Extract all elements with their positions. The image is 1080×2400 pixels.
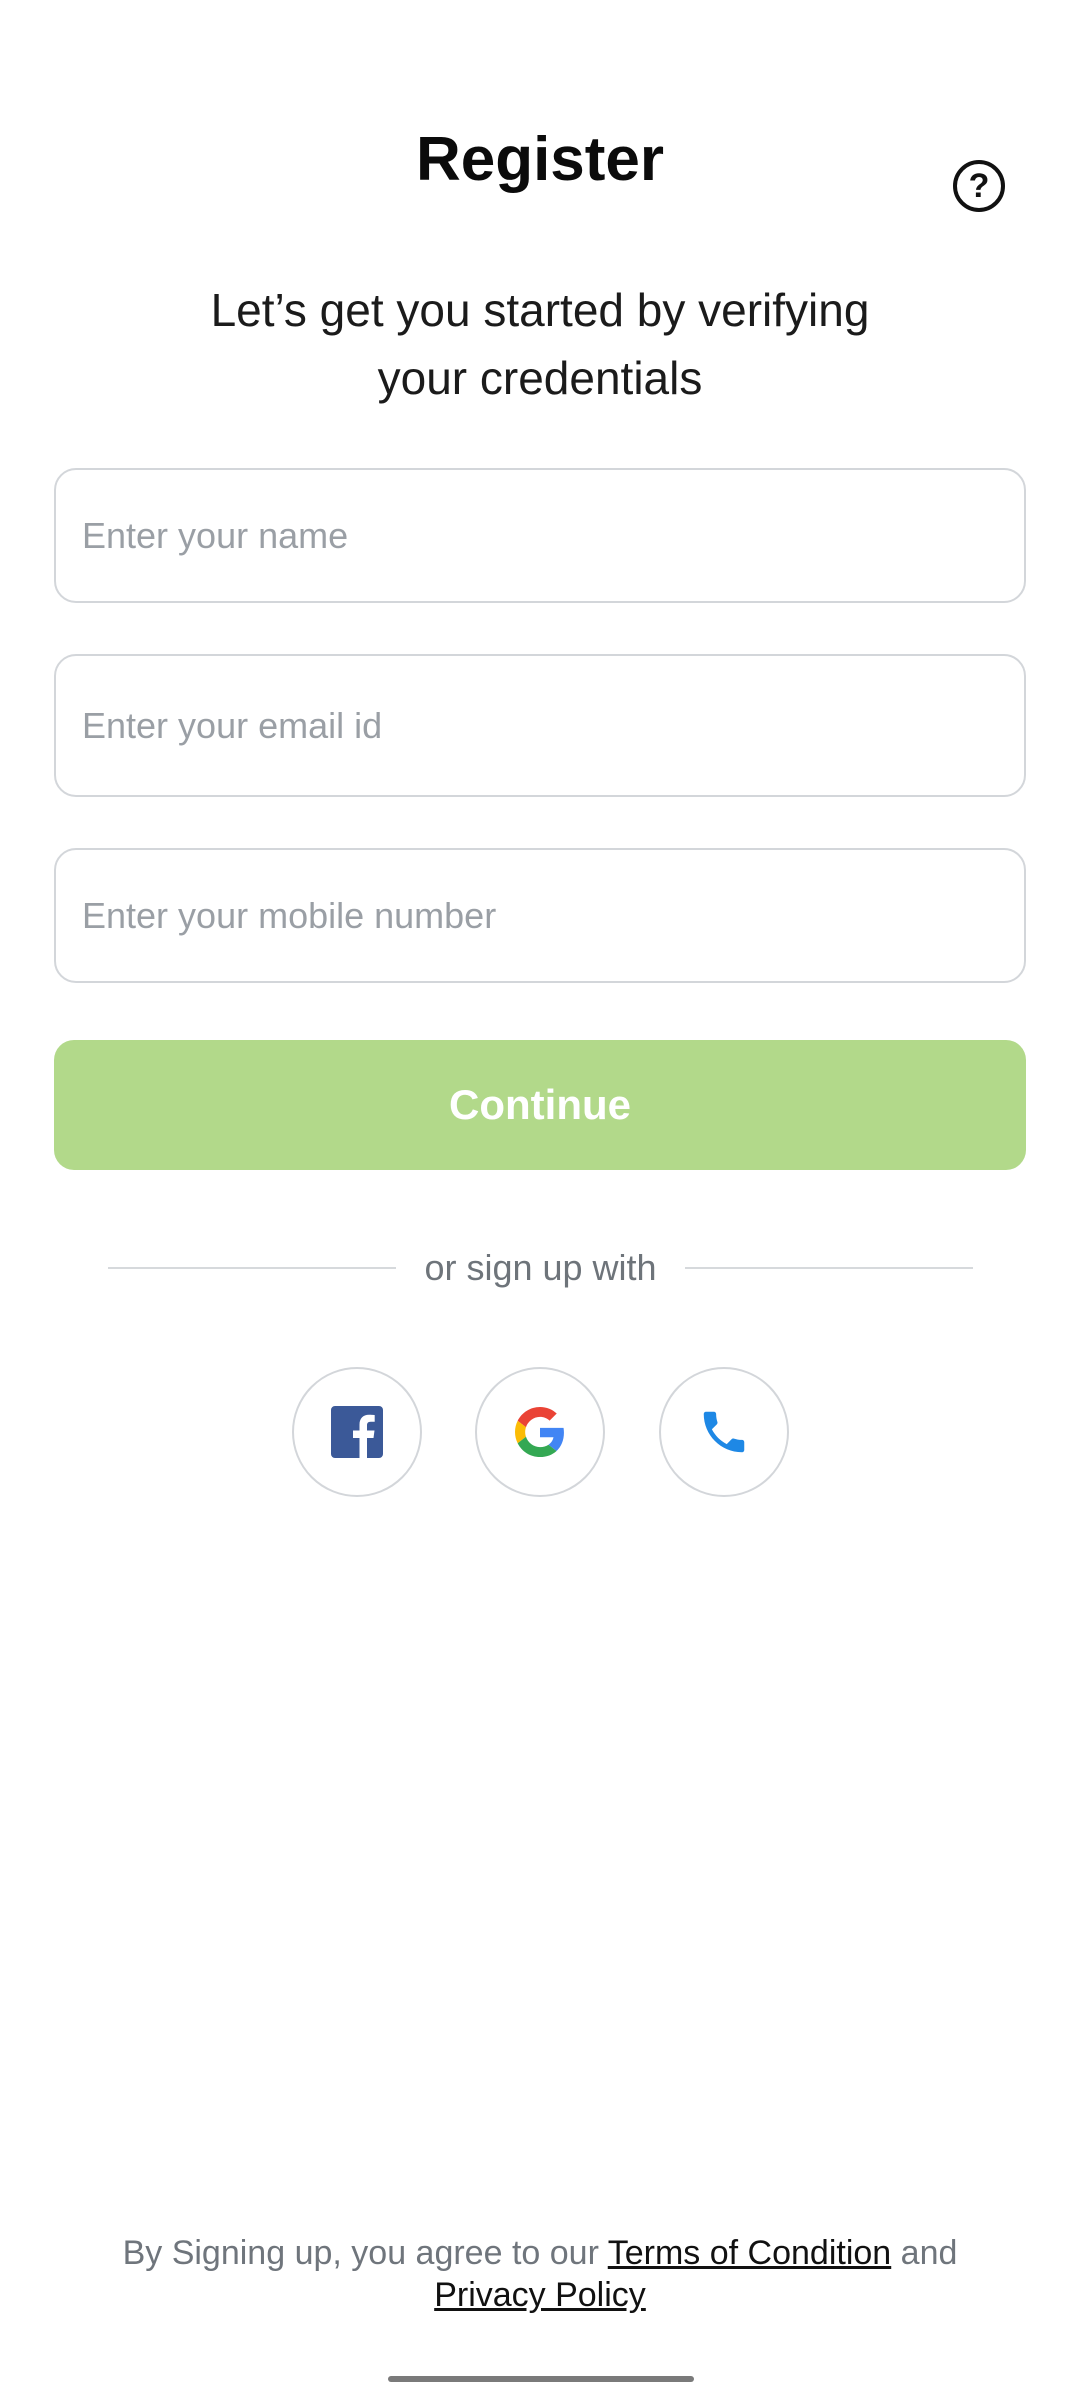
phone-signup-button[interactable] [659,1367,789,1497]
divider-left [108,1267,396,1269]
intro-line-1: Let’s get you started by verifying [210,284,870,336]
footer-conjunction: and [900,2234,958,2272]
mobile-input[interactable] [56,850,1024,981]
divider-right [685,1267,973,1269]
terms-link[interactable]: Terms of Condition [608,2234,891,2272]
terms-footer: By Signing up, you agree to our Terms of… [60,2232,1020,2316]
page-title: Register [415,125,665,194]
continue-button[interactable]: Continue [54,1040,1026,1170]
google-icon [515,1407,564,1457]
facebook-signup-button[interactable] [292,1367,422,1497]
help-button[interactable]: ? [953,160,1005,212]
footer-prefix: By Signing up, you agree to our [122,2234,599,2272]
name-input[interactable] [56,470,1024,601]
name-field-container [54,468,1026,603]
divider-text: or sign up with [424,1247,657,1288]
intro-line-2: your credentials [377,352,703,404]
facebook-icon [331,1406,383,1458]
email-input[interactable] [56,656,1024,795]
mobile-field-container [54,848,1026,983]
email-field-container [54,654,1026,797]
google-signup-button[interactable] [475,1367,605,1497]
home-indicator[interactable] [388,2376,694,2382]
phone-icon [703,1411,745,1453]
intro-text: Let’s get you started by verifying your … [140,276,940,412]
help-icon: ? [968,166,990,205]
privacy-link[interactable]: Privacy Policy [434,2276,646,2314]
